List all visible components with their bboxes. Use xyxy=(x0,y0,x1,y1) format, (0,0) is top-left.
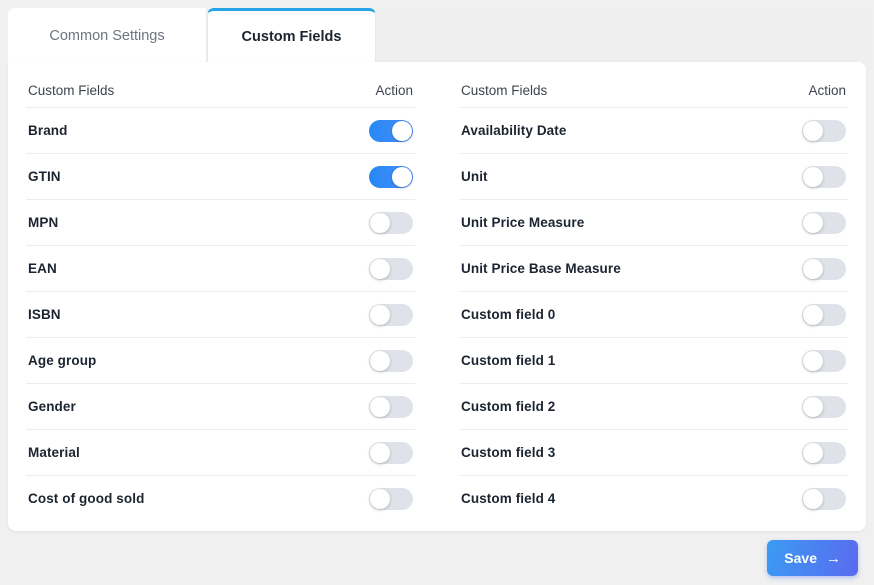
field-label: Availability Date xyxy=(461,123,567,138)
toggle-knob xyxy=(803,397,823,417)
field-toggle[interactable] xyxy=(369,166,413,188)
table-row: Unit xyxy=(459,153,848,199)
table-row: Unit Price Measure xyxy=(459,199,848,245)
field-toggle[interactable] xyxy=(369,488,413,510)
field-toggle[interactable] xyxy=(802,488,846,510)
table-row: Availability Date xyxy=(459,107,848,153)
toggle-knob xyxy=(370,397,390,417)
field-label: Unit xyxy=(461,169,488,184)
custom-fields-column-left: Custom Fields Action Brand GTIN MPN EAN … xyxy=(26,62,433,531)
field-label: Custom field 2 xyxy=(461,399,555,414)
field-toggle[interactable] xyxy=(802,396,846,418)
field-label: Cost of good sold xyxy=(28,491,144,506)
toggle-knob xyxy=(803,259,823,279)
table-row: MPN xyxy=(26,199,415,245)
arrow-right-icon: → xyxy=(826,550,841,567)
table-row: Custom field 3 xyxy=(459,429,848,475)
field-label: Custom field 0 xyxy=(461,307,555,322)
column-header-action-label: Action xyxy=(808,83,846,98)
table-row: GTIN xyxy=(26,153,415,199)
toggle-knob xyxy=(803,443,823,463)
table-row: Unit Price Base Measure xyxy=(459,245,848,291)
field-label: Custom field 3 xyxy=(461,445,555,460)
field-toggle[interactable] xyxy=(802,120,846,142)
field-toggle[interactable] xyxy=(802,166,846,188)
field-label: Unit Price Measure xyxy=(461,215,584,230)
field-label: Unit Price Base Measure xyxy=(461,261,621,276)
toggle-knob xyxy=(392,167,412,187)
field-toggle[interactable] xyxy=(369,304,413,326)
table-row: Custom field 2 xyxy=(459,383,848,429)
field-label: Gender xyxy=(28,399,76,414)
field-label: Custom field 4 xyxy=(461,491,555,506)
tab-bar: Common Settings Custom Fields xyxy=(8,8,866,63)
footer-bar: Save → xyxy=(8,531,866,585)
field-label: Brand xyxy=(28,123,68,138)
column-header-field-label: Custom Fields xyxy=(461,83,547,98)
field-toggle[interactable] xyxy=(802,304,846,326)
field-toggle[interactable] xyxy=(369,396,413,418)
table-row: Gender xyxy=(26,383,415,429)
toggle-knob xyxy=(370,213,390,233)
table-row: Custom field 4 xyxy=(459,475,848,521)
toggle-knob xyxy=(370,351,390,371)
toggle-knob xyxy=(370,489,390,509)
tab-bar-filler xyxy=(376,8,866,63)
save-button-label: Save xyxy=(784,550,817,566)
custom-fields-panel: Custom Fields Action Brand GTIN MPN EAN … xyxy=(8,62,866,531)
tab-custom-fields-label: Custom Fields xyxy=(242,29,342,45)
field-toggle[interactable] xyxy=(802,212,846,234)
field-toggle[interactable] xyxy=(802,442,846,464)
field-label: EAN xyxy=(28,261,57,276)
field-toggle[interactable] xyxy=(369,350,413,372)
toggle-knob xyxy=(370,443,390,463)
field-toggle[interactable] xyxy=(369,120,413,142)
toggle-knob xyxy=(803,121,823,141)
toggle-knob xyxy=(370,305,390,325)
field-label: GTIN xyxy=(28,169,61,184)
toggle-knob xyxy=(803,305,823,325)
column-header-field-label: Custom Fields xyxy=(28,83,114,98)
column-header-action-label: Action xyxy=(375,83,413,98)
column-header-left: Custom Fields Action xyxy=(26,73,415,107)
table-row: Material xyxy=(26,429,415,475)
tab-custom-fields[interactable]: Custom Fields xyxy=(207,8,376,63)
tab-common-settings[interactable]: Common Settings xyxy=(8,8,207,63)
toggle-knob xyxy=(803,213,823,233)
field-toggle[interactable] xyxy=(369,442,413,464)
table-row: Custom field 0 xyxy=(459,291,848,337)
save-button[interactable]: Save → xyxy=(767,540,858,576)
table-row: Custom field 1 xyxy=(459,337,848,383)
table-row: Cost of good sold xyxy=(26,475,415,521)
toggle-knob xyxy=(803,167,823,187)
table-row: Brand xyxy=(26,107,415,153)
toggle-knob xyxy=(803,351,823,371)
field-label: Age group xyxy=(28,353,96,368)
custom-fields-column-right: Custom Fields Action Availability Date U… xyxy=(433,62,848,531)
field-toggle[interactable] xyxy=(369,212,413,234)
toggle-knob xyxy=(370,259,390,279)
table-row: ISBN xyxy=(26,291,415,337)
table-row: EAN xyxy=(26,245,415,291)
column-header-right: Custom Fields Action xyxy=(459,73,848,107)
field-label: ISBN xyxy=(28,307,61,322)
table-row: Age group xyxy=(26,337,415,383)
field-toggle[interactable] xyxy=(802,258,846,280)
field-label: Custom field 1 xyxy=(461,353,555,368)
toggle-knob xyxy=(803,489,823,509)
tab-common-settings-label: Common Settings xyxy=(49,28,164,44)
field-label: Material xyxy=(28,445,80,460)
toggle-knob xyxy=(392,121,412,141)
field-toggle[interactable] xyxy=(369,258,413,280)
field-label: MPN xyxy=(28,215,58,230)
field-toggle[interactable] xyxy=(802,350,846,372)
